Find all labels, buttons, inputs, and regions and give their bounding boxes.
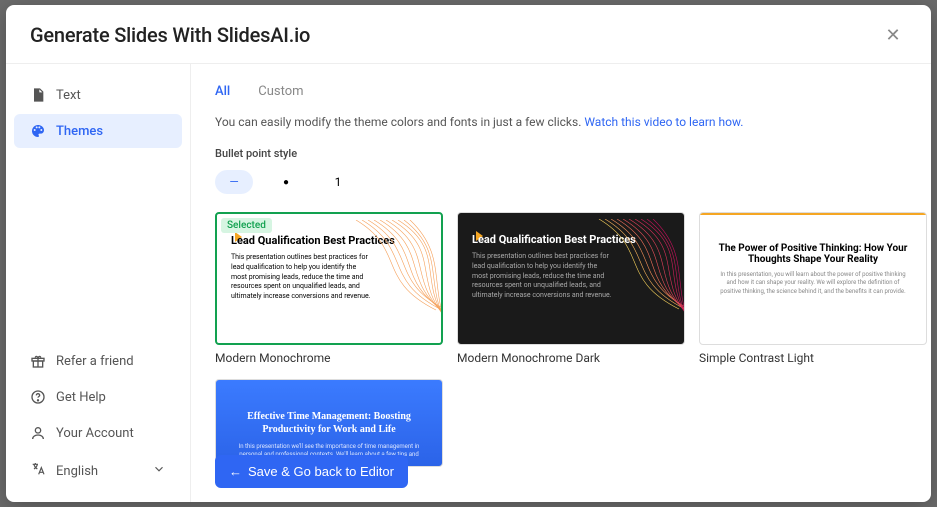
theme-card: The Power of Positive Thinking: How Your…: [699, 212, 927, 365]
accent-bar: [700, 213, 926, 215]
preview-title: The Power of Positive Thinking: How Your…: [718, 243, 908, 265]
subtext: You can easily modify the theme colors a…: [215, 115, 907, 129]
learn-how-link[interactable]: Watch this video to learn how.: [584, 115, 743, 129]
close-button[interactable]: ✕: [879, 21, 907, 49]
sidebar-item-account[interactable]: Your Account: [14, 416, 182, 450]
dialog-title: Generate Slides With SlidesAI.io: [30, 23, 310, 47]
save-button-label: Save & Go back to Editor: [248, 464, 394, 479]
tab-all[interactable]: All: [215, 84, 230, 101]
help-icon: [30, 389, 46, 405]
themes-grid: Selected Lead Qualification Best Practic…: [215, 212, 907, 467]
preview-title: Lead Qualification Best Practices: [472, 233, 670, 246]
bullet-style-row: — 1: [215, 170, 907, 194]
document-icon: [30, 87, 46, 103]
theme-name: Modern Monochrome: [215, 351, 443, 365]
arrow-left-icon: ←: [229, 464, 242, 479]
sidebar-item-label: Your Account: [56, 426, 134, 441]
dialog-header: Generate Slides With SlidesAI.io ✕: [6, 5, 931, 64]
theme-name: Simple Contrast Light: [699, 351, 927, 365]
theme-thumb-modern-monochrome-dark[interactable]: Lead Qualification Best Practices This p…: [457, 212, 685, 345]
gift-icon: [30, 353, 46, 369]
selected-badge: Selected: [221, 218, 272, 233]
theme-thumb-modern-monochrome[interactable]: Selected Lead Qualification Best Practic…: [215, 212, 443, 345]
sidebar-item-help[interactable]: Get Help: [14, 380, 182, 414]
chevron-down-icon: [152, 462, 166, 480]
preview-title: Lead Qualification Best Practices: [231, 234, 427, 247]
sidebar-item-themes[interactable]: Themes: [14, 114, 182, 148]
theme-card: Lead Qualification Best Practices This p…: [457, 212, 685, 365]
close-icon: ✕: [885, 25, 900, 46]
subtext-text: You can easily modify the theme colors a…: [215, 115, 581, 129]
preview-desc: This presentation outlines best practice…: [472, 252, 612, 301]
sidebar-item-label: Refer a friend: [56, 354, 134, 369]
theme-name: Modern Monochrome Dark: [457, 351, 685, 365]
tabs: All Custom: [215, 84, 907, 101]
language-label: English: [56, 464, 98, 479]
sidebar-item-text[interactable]: Text: [14, 78, 182, 112]
theme-thumb-simple-contrast-light[interactable]: The Power of Positive Thinking: How Your…: [699, 212, 927, 345]
sidebar: Text Themes Refer a friend: [6, 64, 191, 502]
sidebar-item-refer[interactable]: Refer a friend: [14, 344, 182, 378]
language-icon: [30, 461, 46, 481]
bullet-dot[interactable]: [267, 170, 305, 194]
sidebar-item-label: Themes: [56, 124, 103, 139]
preview-desc: In this presentation, you will learn abo…: [718, 271, 908, 296]
palette-icon: [30, 123, 46, 139]
theme-card: Effective Time Management: Boosting Prod…: [215, 379, 443, 467]
bullet-label: Bullet point style: [215, 147, 907, 160]
dialog: Generate Slides With SlidesAI.io ✕ Text …: [6, 5, 931, 502]
bullet-dash[interactable]: —: [215, 170, 253, 194]
bullet-number[interactable]: 1: [319, 170, 357, 194]
dialog-body: Text Themes Refer a friend: [6, 64, 931, 502]
sidebar-item-label: Text: [56, 88, 81, 103]
preview-desc: This presentation outlines best practice…: [231, 253, 371, 302]
sidebar-item-label: Get Help: [56, 390, 106, 405]
preview-title: Effective Time Management: Boosting Prod…: [232, 410, 426, 436]
main-panel: All Custom You can easily modify the the…: [191, 64, 931, 502]
save-bar: ← Save & Go back to Editor: [215, 455, 408, 488]
theme-thumb-blue[interactable]: Effective Time Management: Boosting Prod…: [215, 379, 443, 467]
theme-card: Selected Lead Qualification Best Practic…: [215, 212, 443, 365]
save-button[interactable]: ← Save & Go back to Editor: [215, 455, 408, 488]
language-selector[interactable]: English: [14, 452, 182, 490]
tab-custom[interactable]: Custom: [258, 84, 303, 101]
account-icon: [30, 425, 46, 441]
